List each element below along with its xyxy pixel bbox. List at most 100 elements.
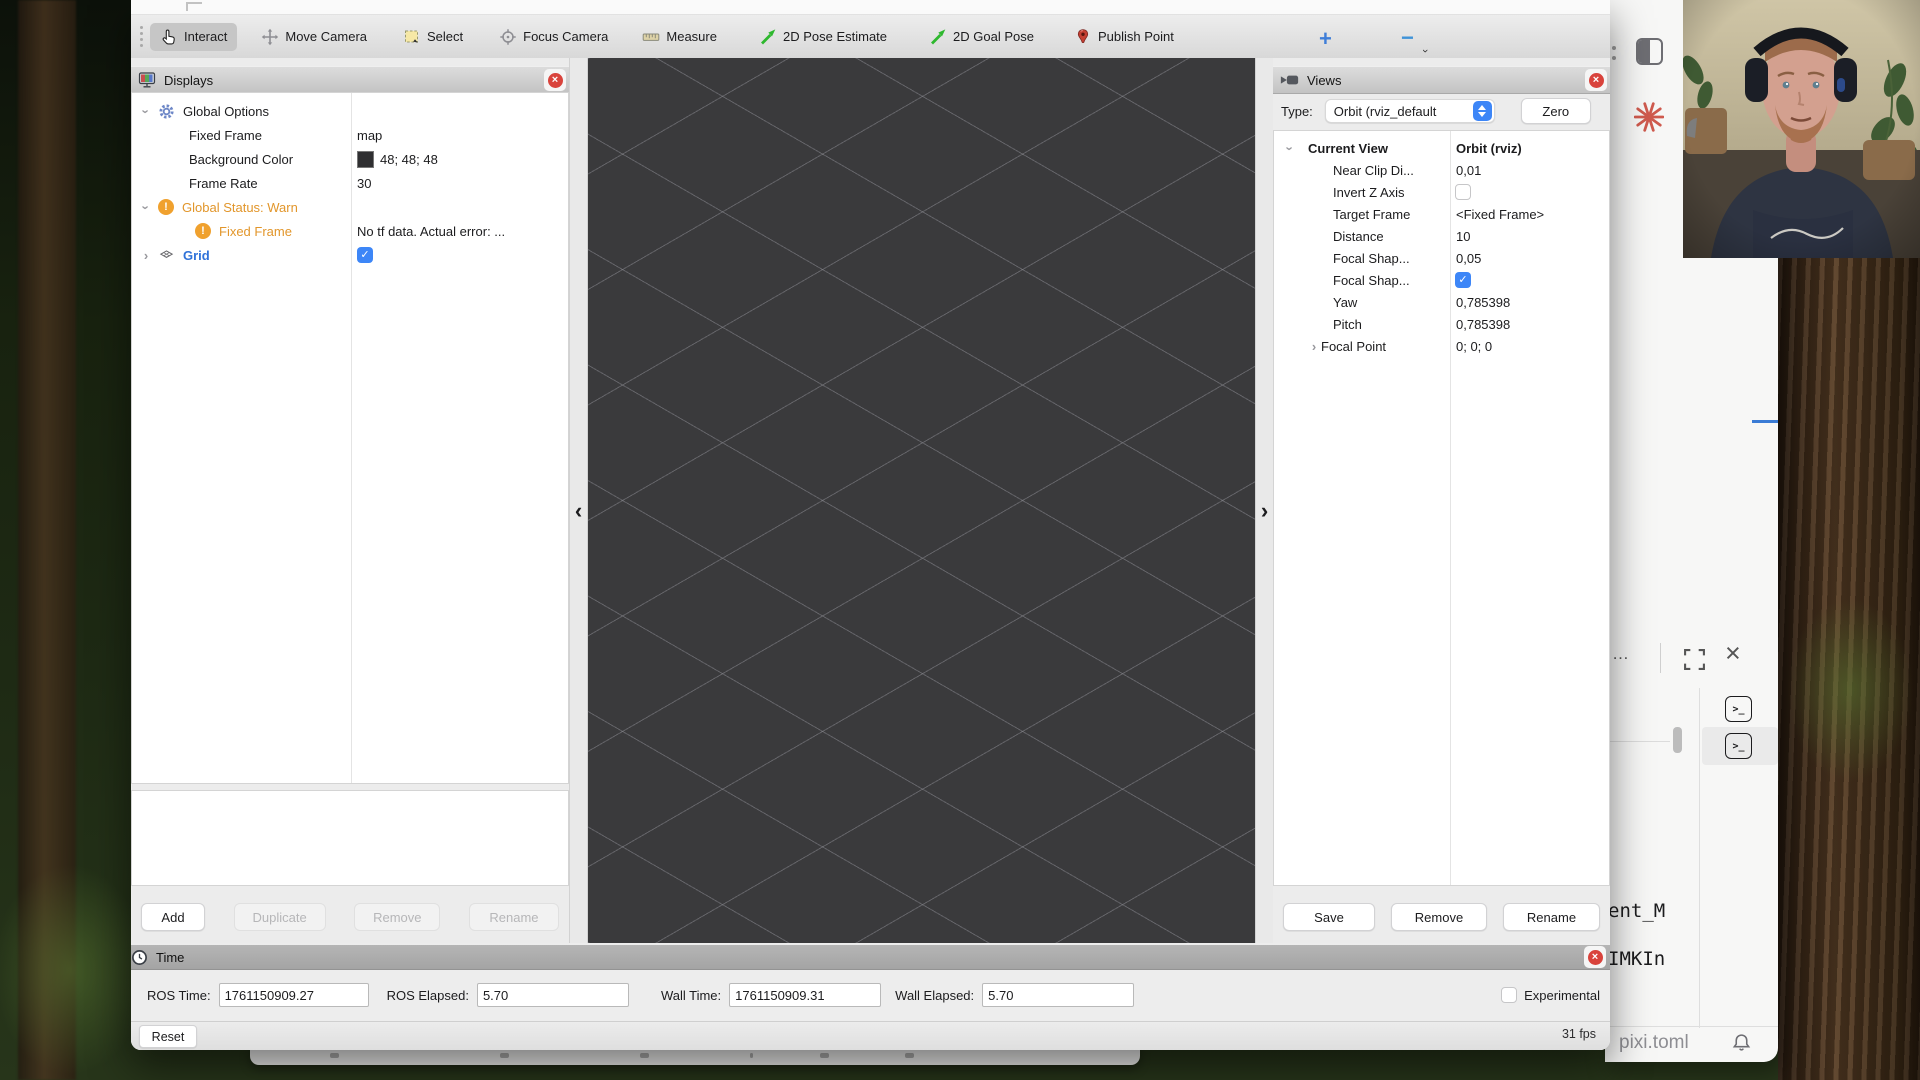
displays-panel-header[interactable]: Displays × (131, 66, 569, 94)
maximize-panel-icon[interactable] (1683, 648, 1706, 671)
property-row-frame-rate[interactable]: Frame Rate 30 (132, 171, 568, 195)
video-camera-icon (1280, 72, 1299, 88)
remove-tool-button[interactable]: − (1401, 25, 1414, 51)
sidebar-toggle-icon[interactable] (1636, 38, 1663, 65)
property-value[interactable]: 10 (1456, 229, 1470, 244)
scrollbar-thumb[interactable] (1673, 727, 1682, 753)
property-label: Grid (183, 248, 210, 263)
toolbar-overflow-chevron-icon[interactable]: › (1419, 49, 1431, 53)
property-value[interactable]: 0,785398 (1456, 317, 1510, 332)
property-value[interactable]: 30 (357, 176, 371, 191)
property-row-global-status[interactable]: › ! Global Status: Warn (132, 195, 568, 219)
view-type-combobox[interactable]: Orbit (rviz_default (1325, 99, 1495, 123)
property-row[interactable]: Target Frame <Fixed Frame> (1274, 203, 1609, 225)
tool-label: Interact (184, 29, 227, 44)
property-row-grid[interactable]: › Grid ✓ (132, 243, 568, 267)
views-panel-header[interactable]: Views × (1273, 66, 1610, 94)
terminal-icon[interactable]: >_ (1725, 733, 1752, 759)
property-value[interactable]: map (357, 128, 382, 143)
reset-button[interactable]: Reset (139, 1025, 197, 1048)
rename-display-button[interactable]: Rename (469, 903, 559, 931)
time-panel-header[interactable]: Time × (131, 945, 1610, 970)
tool-2d-goal-pose[interactable]: 2D Goal Pose (919, 23, 1044, 51)
property-label: Pitch (1333, 317, 1362, 332)
close-displays-button[interactable]: × (544, 69, 566, 91)
duplicate-display-button[interactable]: Duplicate (234, 903, 326, 931)
ros-elapsed-input[interactable] (477, 983, 629, 1007)
close-panel-icon[interactable]: × (1725, 638, 1741, 669)
add-display-button[interactable]: Add (141, 903, 205, 931)
tool-publish-point[interactable]: Publish Point (1064, 23, 1184, 51)
rename-view-button[interactable]: Rename (1503, 903, 1600, 931)
property-row-fixed-frame-warning[interactable]: ! Fixed Frame No tf data. Actual error: … (132, 219, 568, 243)
expander-icon[interactable]: › (139, 105, 154, 117)
property-row[interactable]: Yaw 0,785398 (1274, 291, 1609, 313)
property-row[interactable]: Pitch 0,785398 (1274, 313, 1609, 335)
blue-indicator-line (1752, 420, 1778, 423)
zero-button[interactable]: Zero (1521, 98, 1591, 124)
wall-time-label: Wall Time: (661, 988, 721, 1003)
property-row[interactable]: Focal Shap... 0,05 (1274, 247, 1609, 269)
time-fields-row: ROS Time: ROS Elapsed: Wall Time: Wall E… (131, 969, 1610, 1021)
expander-icon[interactable]: › (1308, 339, 1320, 354)
time-panel: Time × ROS Time: ROS Elapsed: Wall Time:… (131, 943, 1610, 1050)
experimental-checkbox[interactable] (1501, 987, 1517, 1003)
property-label: Fixed Frame (189, 128, 262, 143)
3d-viewport[interactable] (588, 58, 1255, 943)
property-row[interactable]: Near Clip Di... 0,01 (1274, 159, 1609, 181)
property-row-fixed-frame[interactable]: Fixed Frame map (132, 123, 568, 147)
collapse-left-panel-handle[interactable]: ‹ (569, 58, 588, 943)
remove-display-button[interactable]: Remove (354, 903, 440, 931)
starburst-icon[interactable] (1634, 102, 1664, 132)
tool-measure[interactable]: Measure (632, 23, 727, 51)
displays-panel: Displays × › Global Options (131, 58, 569, 943)
clock-icon (131, 949, 148, 966)
collapse-right-panel-handle[interactable]: › (1255, 58, 1274, 943)
tool-2d-pose-estimate[interactable]: 2D Pose Estimate (749, 23, 897, 51)
tool-interact[interactable]: Interact (150, 23, 237, 51)
remove-view-button[interactable]: Remove (1391, 903, 1487, 931)
invert-z-checkbox[interactable] (1455, 184, 1471, 200)
close-views-button[interactable]: × (1585, 69, 1607, 91)
expander-icon[interactable]: › (1283, 142, 1298, 154)
save-view-button[interactable]: Save (1283, 903, 1375, 931)
tool-move-camera[interactable]: Move Camera (251, 23, 377, 51)
wall-time-input[interactable] (729, 983, 881, 1007)
close-time-button[interactable]: × (1584, 946, 1606, 968)
status-filename[interactable]: pixi.toml (1619, 1032, 1689, 1054)
expander-icon[interactable]: › (140, 248, 152, 263)
property-row[interactable]: Invert Z Axis (1274, 181, 1609, 203)
decorative-dot (1612, 46, 1616, 50)
bell-icon[interactable] (1731, 1032, 1752, 1054)
move-arrows-icon (261, 28, 279, 46)
property-value[interactable]: 0; 0; 0 (1456, 339, 1492, 354)
wall-elapsed-label: Wall Elapsed: (895, 988, 974, 1003)
divider (1699, 688, 1700, 1028)
tool-focus-camera[interactable]: Focus Camera (489, 23, 618, 51)
add-tool-button[interactable]: + (1319, 26, 1332, 52)
property-value[interactable]: <Fixed Frame> (1456, 207, 1544, 222)
terminal-icon[interactable]: >_ (1725, 696, 1752, 722)
expander-icon[interactable]: › (139, 201, 154, 213)
property-row-background-color[interactable]: Background Color 48; 48; 48 (132, 147, 568, 171)
ros-time-input[interactable] (219, 983, 369, 1007)
property-value[interactable]: 0,785398 (1456, 295, 1510, 310)
focal-shape-checkbox[interactable]: ✓ (1455, 272, 1471, 288)
toolbar-grip[interactable] (134, 26, 148, 47)
property-row-global-options[interactable]: › Global Options (132, 99, 568, 123)
wall-elapsed-input[interactable] (982, 983, 1134, 1007)
property-label: Global Status: Warn (182, 200, 298, 215)
property-row[interactable]: Distance 10 (1274, 225, 1609, 247)
property-value[interactable]: 48; 48; 48 (357, 151, 438, 168)
property-row-current-view[interactable]: › Current View Orbit (rviz) (1274, 137, 1609, 159)
more-actions-icon[interactable]: … (1612, 644, 1631, 664)
divider (1660, 643, 1661, 673)
experimental-toggle[interactable]: Experimental (1501, 987, 1600, 1003)
tool-label: 2D Pose Estimate (783, 29, 887, 44)
property-value[interactable]: 0,05 (1456, 251, 1481, 266)
property-row[interactable]: › Focal Point 0; 0; 0 (1274, 335, 1609, 357)
grid-enabled-checkbox[interactable]: ✓ (357, 247, 373, 263)
property-value[interactable]: 0,01 (1456, 163, 1481, 178)
tool-select[interactable]: Select (393, 23, 473, 51)
property-row[interactable]: Focal Shap... ✓ (1274, 269, 1609, 291)
